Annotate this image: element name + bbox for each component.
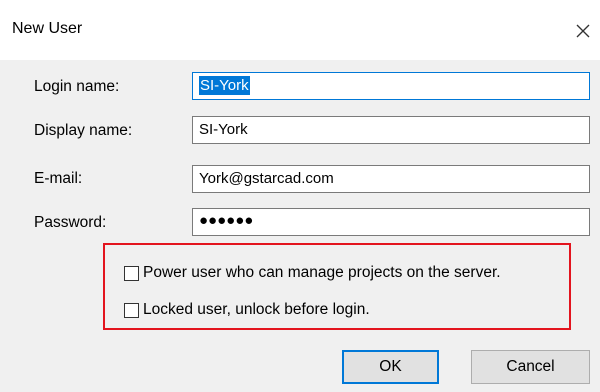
ok-button[interactable]: OK (342, 350, 439, 384)
display-name-field[interactable]: SI-York (192, 116, 590, 144)
login-name-field[interactable]: SI-York (192, 72, 590, 100)
locked-user-option[interactable]: Locked user, unlock before login. (124, 301, 370, 319)
email-field[interactable]: York@gstarcad.com (192, 165, 590, 193)
new-user-dialog: New User Login name: SI-York Display nam… (0, 0, 600, 392)
password-label: Password: (34, 214, 107, 231)
close-button[interactable] (566, 14, 600, 48)
password-value: ●●●●●● (199, 212, 254, 229)
cancel-button[interactable]: Cancel (471, 350, 590, 384)
display-name-value: SI-York (199, 121, 248, 138)
email-label: E-mail: (34, 170, 83, 187)
login-name-value: SI-York (199, 76, 250, 95)
power-user-option[interactable]: Power user who can manage projects on th… (124, 264, 501, 282)
locked-user-label: Locked user, unlock before login. (143, 301, 370, 318)
power-user-label: Power user who can manage projects on th… (143, 264, 501, 281)
close-icon (576, 24, 590, 38)
locked-user-checkbox[interactable] (124, 302, 139, 318)
power-user-checkbox[interactable] (124, 265, 139, 281)
title-bar: New User (0, 0, 600, 60)
password-field[interactable]: ●●●●●● (192, 208, 590, 236)
email-value: York@gstarcad.com (199, 170, 334, 187)
display-name-label: Display name: (34, 122, 133, 139)
login-name-label: Login name: (34, 78, 120, 95)
dialog-title: New User (12, 20, 83, 37)
